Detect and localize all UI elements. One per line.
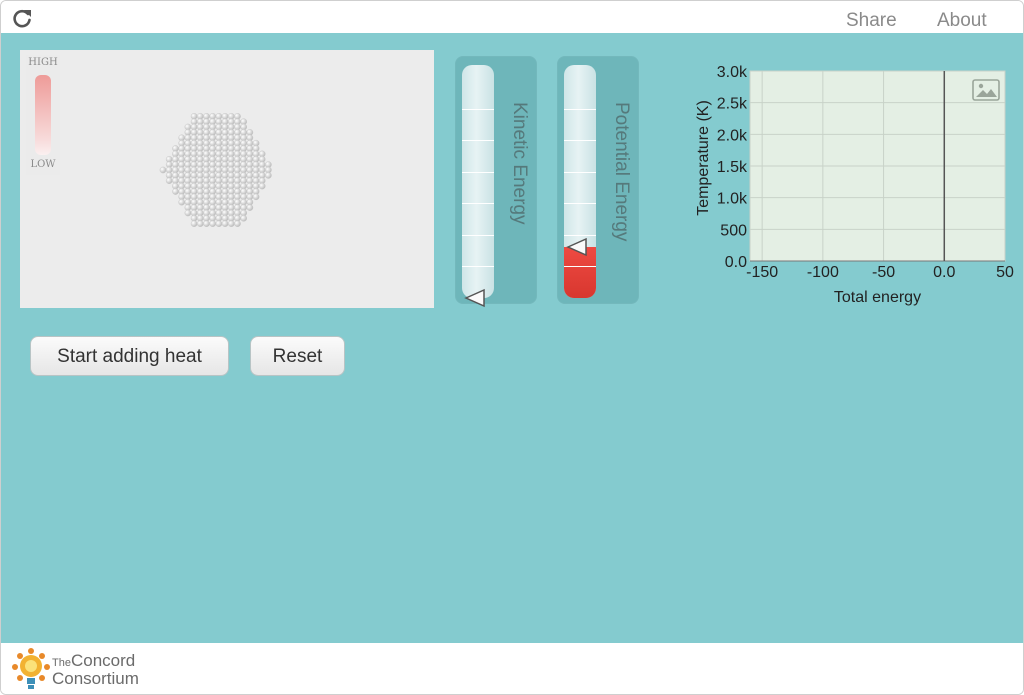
atom (165, 177, 173, 184)
y-tick-label: 2.0k (717, 127, 748, 144)
y-tick-label: 500 (720, 222, 747, 239)
atom (190, 220, 198, 227)
atom (215, 220, 223, 227)
top-bar: Share About (1, 1, 1023, 33)
app-window: Share About HIGH LOW Kinetic Energy Pote… (0, 0, 1024, 695)
y-tick-label: 2.5k (717, 96, 748, 113)
atom (203, 220, 210, 227)
atom (246, 204, 254, 211)
x-tick-label: 0.0 (933, 264, 955, 281)
share-link[interactable]: Share (846, 10, 897, 32)
x-tick-label: -50 (872, 264, 895, 281)
logo-small-word: The (52, 657, 71, 669)
x-tick-label: -100 (807, 264, 839, 281)
bar-tick (564, 266, 596, 267)
simulation-view: HIGH LOW (20, 50, 434, 308)
bar-tick (462, 203, 494, 204)
footer: TheConcord Consortium (1, 643, 1023, 694)
bar-tick (462, 171, 494, 173)
atom (159, 166, 167, 174)
concord-logo-text: TheConcord Consortium (52, 651, 139, 688)
potential-energy-bar: Potential Energy (557, 56, 639, 304)
x-axis-label: Total energy (834, 289, 921, 306)
kinetic-energy-bar: Kinetic Energy (455, 56, 537, 308)
atom (240, 214, 247, 222)
reload-icon[interactable] (11, 7, 33, 29)
bar-tick (564, 140, 596, 141)
bar-tick (564, 108, 596, 110)
kinetic-energy-tube (462, 65, 494, 298)
bar-tick (462, 266, 494, 267)
x-tick-label: -150 (746, 264, 778, 281)
bar-tick (564, 297, 596, 298)
atom-cluster (159, 113, 272, 227)
start-adding-heat-button[interactable]: Start adding heat (30, 336, 229, 376)
atom (209, 220, 216, 227)
about-link[interactable]: About (937, 10, 987, 32)
atom (227, 220, 235, 227)
logo-word-consortium: Consortium (52, 669, 139, 688)
y-tick-label: 0.0 (725, 254, 747, 271)
reset-button[interactable]: Reset (250, 336, 345, 376)
atom (221, 220, 229, 227)
atom (178, 198, 185, 206)
atom (265, 172, 272, 179)
x-tick-label: 50 (996, 264, 1014, 281)
y-axis-label: Temperature (K) (695, 100, 712, 216)
y-tick-label: 1.5k (717, 159, 748, 176)
potential-energy-tube (564, 65, 596, 298)
y-tick-label: 1.0k (717, 191, 748, 208)
atom (234, 220, 241, 227)
concord-logo-icon (12, 648, 50, 689)
kinetic-energy-marker-icon (464, 288, 485, 308)
bar-tick (462, 108, 494, 110)
atom (252, 193, 260, 201)
temperature-energy-chart: -150 -100 -50 0.0 50 0.0 500 1.0k 1.5k 2.0k 2.5k 3.… (695, 64, 1014, 306)
atom (258, 182, 266, 190)
atom (184, 209, 192, 217)
bar-tick (462, 140, 494, 141)
kinetic-energy-label: Kinetic Energy (509, 102, 530, 225)
bar-tick (564, 203, 596, 204)
potential-energy-label: Potential Energy (611, 102, 632, 242)
bar-tick (564, 171, 596, 173)
main-area: HIGH LOW Kinetic Energy Potential Energy (1, 33, 1023, 643)
potential-energy-marker-icon (566, 237, 587, 257)
atom (196, 220, 204, 227)
logo-word-concord: Concord (70, 651, 136, 670)
bar-tick (462, 234, 494, 236)
y-tick-label: 3.0k (717, 64, 748, 81)
atom (172, 188, 179, 195)
